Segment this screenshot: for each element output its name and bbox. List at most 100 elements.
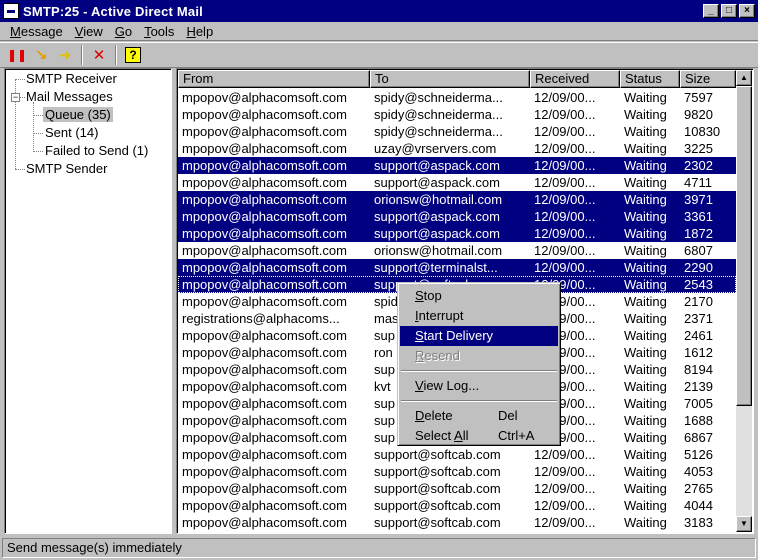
cell-to: support@aspack.com bbox=[374, 226, 500, 241]
vertical-scrollbar[interactable]: ▲ ▼ bbox=[736, 70, 752, 532]
table-row[interactable]: mpopov@alphacomsoft.com support@terminals… bbox=[178, 259, 736, 276]
table-row[interactable]: mpopov@alphacomsoft.comsupport@softcab.c… bbox=[178, 514, 736, 531]
table-row[interactable]: mpopov@alphacomsoft.com spidy@schneiderma… bbox=[178, 89, 736, 106]
menu-help[interactable]: Help bbox=[180, 24, 219, 39]
cell-status: Waiting bbox=[624, 243, 667, 258]
cell-status: Waiting bbox=[624, 107, 667, 122]
cell-status: Waiting bbox=[624, 362, 667, 377]
cell-size: 5126 bbox=[684, 447, 713, 462]
cell-received: 12/09/00... bbox=[534, 124, 596, 139]
table-row[interactable]: mpopov@alphacomsoft.comsupport@softcab.c… bbox=[178, 531, 736, 533]
cell-received: 12/09/00... bbox=[534, 192, 596, 207]
table-row[interactable]: mpopov@alphacomsoft.com support@aspack.co… bbox=[178, 225, 736, 242]
tree-line bbox=[15, 169, 25, 170]
cell-size: 6867 bbox=[684, 430, 713, 445]
menu-view[interactable]: View bbox=[69, 24, 109, 39]
menu-tools[interactable]: Tools bbox=[138, 24, 180, 39]
menu-item-interrupt[interactable]: Interrupt bbox=[400, 306, 558, 326]
cell-size: 7597 bbox=[684, 90, 713, 105]
forward-button[interactable]: ➜ bbox=[54, 44, 76, 66]
cell-received: 12/09/00... bbox=[534, 175, 596, 190]
help-icon: ? bbox=[125, 47, 141, 63]
table-row[interactable]: mpopov@alphacomsoft.com orionsw@hotmail.c… bbox=[178, 242, 736, 259]
delete-icon: ✕ bbox=[92, 47, 106, 64]
status-bar: Send message(s) immediately bbox=[2, 538, 756, 558]
cell-received: 12/09/00... bbox=[534, 90, 596, 105]
tree-item-queue[interactable]: Queue (35) bbox=[43, 106, 113, 124]
pause-button[interactable]: ❚❚ bbox=[6, 44, 28, 66]
resume-button[interactable]: ↘ bbox=[30, 44, 52, 66]
cell-status: Waiting bbox=[624, 328, 667, 343]
scroll-down-button[interactable]: ▼ bbox=[736, 516, 752, 532]
minimize-button[interactable]: _ bbox=[703, 4, 719, 18]
close-button[interactable]: × bbox=[739, 4, 755, 18]
cell-from: mpopov@alphacomsoft.com bbox=[182, 447, 347, 462]
table-row[interactable]: mpopov@alphacomsoft.com spidy@schneiderma… bbox=[178, 123, 736, 140]
maximize-button[interactable]: □ bbox=[721, 4, 737, 18]
tree-line bbox=[33, 102, 34, 150]
column-header-to[interactable]: To bbox=[370, 70, 530, 88]
tree-item-smtp-receiver[interactable]: SMTP Receiver bbox=[26, 70, 117, 88]
table-row[interactable]: mpopov@alphacomsoft.com support@aspack.co… bbox=[178, 174, 736, 191]
cell-size: 2290 bbox=[684, 260, 713, 275]
table-row[interactable]: mpopov@alphacomsoft.com support@softcab.c… bbox=[178, 463, 736, 480]
cell-received: 12/09/00... bbox=[534, 158, 596, 173]
app-icon[interactable] bbox=[3, 3, 19, 19]
column-header-from[interactable]: From bbox=[178, 70, 370, 88]
table-row[interactable]: mpopov@alphacomsoft.com uzay@vrservers.co… bbox=[178, 140, 736, 157]
cell-size: 2765 bbox=[684, 481, 713, 496]
delete-button[interactable]: ✕ bbox=[88, 44, 110, 66]
cell-from: mpopov@alphacomsoft.com bbox=[182, 209, 347, 224]
cell-to: spidy@schneiderma... bbox=[374, 124, 503, 139]
cell-received: 12/09/00... bbox=[534, 141, 596, 156]
cell-received: 12/09/00... bbox=[530, 531, 620, 533]
cell-from: mpopov@alphacomsoft.com bbox=[182, 226, 347, 241]
cell-status: Waiting bbox=[624, 158, 667, 173]
tree-item-sent[interactable]: Sent (14) bbox=[45, 124, 98, 142]
cell-size: 2139 bbox=[684, 379, 713, 394]
table-row[interactable]: mpopov@alphacomsoft.com spidy@schneiderma… bbox=[178, 106, 736, 123]
table-row[interactable]: mpopov@alphacomsoft.com support@aspack.co… bbox=[178, 157, 736, 174]
column-header-received[interactable]: Received bbox=[530, 70, 620, 88]
shortcut-label: Ctrl+A bbox=[498, 428, 535, 443]
table-row[interactable]: mpopov@alphacomsoft.com orionsw@hotmail.c… bbox=[178, 191, 736, 208]
collapse-icon[interactable]: − bbox=[11, 93, 20, 102]
tree-item-smtp-sender[interactable]: SMTP Sender bbox=[26, 160, 107, 178]
tree-item-failed[interactable]: Failed to Send (1) bbox=[45, 142, 148, 160]
cell-status: Waiting bbox=[624, 294, 667, 309]
column-header-status[interactable]: Status bbox=[620, 70, 680, 88]
cell-to: support@softcab.com bbox=[370, 531, 530, 533]
table-row[interactable]: mpopov@alphacomsoft.com support@aspack.co… bbox=[178, 208, 736, 225]
cell-to: support@softcab.com bbox=[374, 447, 501, 462]
cell-from: mpopov@alphacomsoft.com bbox=[182, 464, 347, 479]
menu-item-delete[interactable]: Delete Del bbox=[400, 406, 558, 426]
folder-tree[interactable]: − SMTP Receiver Mail Messages Queue (35)… bbox=[4, 68, 172, 534]
title-bar[interactable]: SMTP:25 - Active Direct Mail _ □ × bbox=[0, 0, 758, 22]
menu-go[interactable]: Go bbox=[109, 24, 138, 39]
menu-item-stop[interactable]: Stop bbox=[400, 286, 558, 306]
scroll-up-button[interactable]: ▲ bbox=[736, 70, 752, 86]
cell-status: Waiting bbox=[624, 498, 667, 513]
table-row[interactable]: mpopov@alphacomsoft.comsupport@softcab.c… bbox=[178, 480, 736, 497]
cell-from: mpopov@alphacomsoft.com bbox=[182, 277, 347, 292]
table-row[interactable]: mpopov@alphacomsoft.comsupport@softcab.c… bbox=[178, 497, 736, 514]
menu-item-start-delivery[interactable]: Start Delivery bbox=[400, 326, 558, 346]
cell-from: mpopov@alphacomsoft.com bbox=[182, 175, 347, 190]
cell-from: mpopov@alphacomsoft.com bbox=[182, 345, 347, 360]
table-row[interactable]: mpopov@alphacomsoft.com support@softcab.c… bbox=[178, 446, 736, 463]
menu-item-select-all[interactable]: Select All Ctrl+A bbox=[400, 426, 558, 446]
menu-message[interactable]: Message bbox=[4, 24, 69, 39]
cell-to: support@softcab.com bbox=[374, 464, 501, 479]
tree-item-mail-messages[interactable]: Mail Messages bbox=[26, 88, 113, 106]
cell-from: mpopov@alphacomsoft.com bbox=[178, 531, 370, 533]
cell-size: 3225 bbox=[684, 141, 713, 156]
menu-item-view-log[interactable]: View Log... bbox=[400, 376, 558, 396]
cell-received: 12/09/00... bbox=[534, 481, 596, 496]
cell-size: 2543 bbox=[684, 277, 713, 292]
scroll-thumb[interactable] bbox=[736, 86, 752, 406]
cell-to: orionsw@hotmail.com bbox=[374, 192, 503, 207]
cell-received: 12/09/00... bbox=[534, 498, 596, 513]
cell-to: orionsw@hotmail.com bbox=[374, 243, 503, 258]
column-header-size[interactable]: Size bbox=[680, 70, 736, 88]
help-button[interactable]: ? bbox=[122, 44, 144, 66]
